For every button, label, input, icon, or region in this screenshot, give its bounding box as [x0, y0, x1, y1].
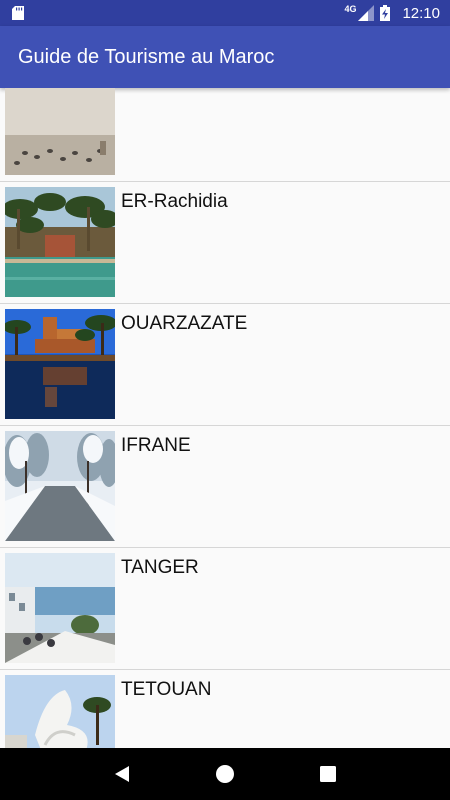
network-type-label: 4G [344, 4, 357, 14]
city-thumbnail [5, 88, 115, 175]
status-bar: 4G 12:10 [0, 0, 450, 26]
list-item[interactable]: OUARZAZATE [0, 304, 450, 426]
navigation-bar [0, 748, 450, 800]
clock: 12:10 [402, 4, 440, 22]
list-item[interactable]: TETOUAN [0, 670, 450, 748]
list-item[interactable] [0, 88, 450, 182]
list-item[interactable]: TANGER [0, 548, 450, 670]
city-thumbnail [5, 675, 115, 748]
city-thumbnail [5, 187, 115, 297]
city-list[interactable]: ER-Rachidia OUARZAZATE IFRANE TANGER TET… [0, 88, 450, 748]
signal-icon [358, 5, 375, 21]
sd-card-icon [12, 6, 24, 20]
list-item[interactable]: IFRANE [0, 426, 450, 548]
app-title: Guide de Tourisme au Maroc [18, 45, 275, 68]
city-thumbnail [5, 309, 115, 419]
recents-icon[interactable] [308, 754, 348, 794]
app-bar: Guide de Tourisme au Maroc [0, 26, 450, 88]
city-thumbnail [5, 431, 115, 541]
city-name: TANGER [121, 557, 199, 578]
battery-charging-icon [380, 5, 391, 21]
back-icon[interactable] [102, 754, 142, 794]
city-name: ER-Rachidia [121, 191, 228, 212]
city-name: IFRANE [121, 435, 191, 456]
city-thumbnail [5, 553, 115, 663]
city-name: TETOUAN [121, 679, 212, 700]
list-item[interactable]: ER-Rachidia [0, 182, 450, 304]
home-icon[interactable] [205, 754, 245, 794]
city-name: OUARZAZATE [121, 313, 248, 334]
